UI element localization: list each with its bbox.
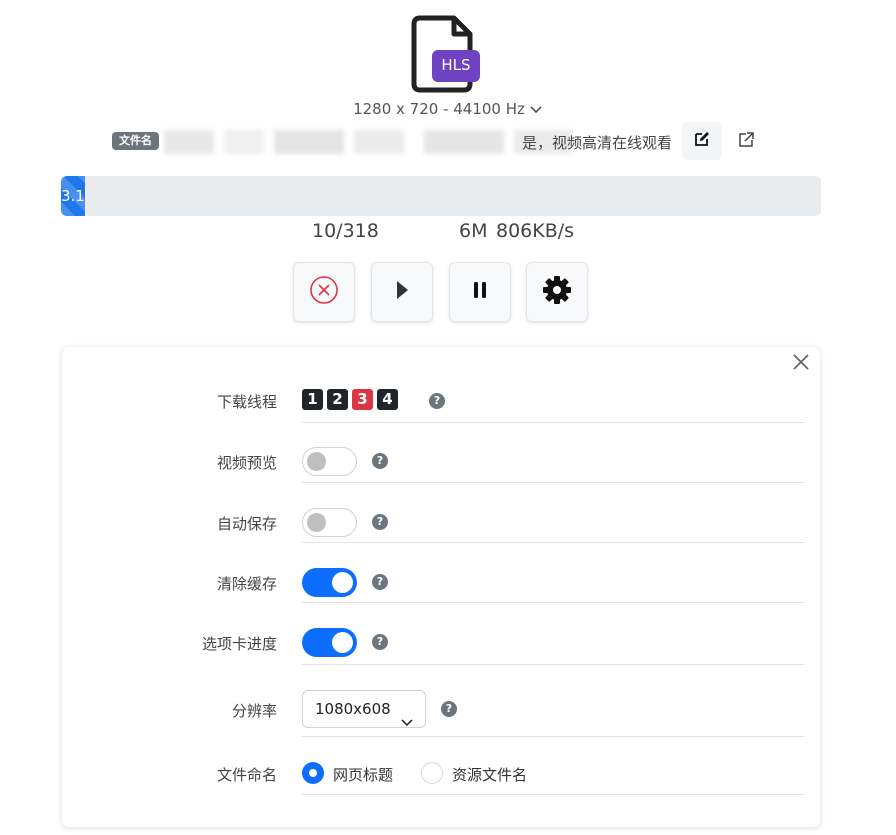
setting-label-clear-cache: 清除缓存	[216, 575, 277, 593]
radio-resource-name[interactable]	[421, 762, 443, 784]
chevron-down-icon	[529, 101, 543, 119]
file-type-badge: HLS	[441, 56, 471, 74]
download-progress-bar: 3.14%	[61, 176, 821, 216]
help-icon[interactable]: ?	[429, 393, 445, 409]
fragment-count: 10/318	[312, 220, 379, 242]
help-icon[interactable]: ?	[372, 453, 388, 469]
pause-button[interactable]	[449, 262, 511, 322]
file-icon: HLS	[410, 14, 482, 94]
thread-option-2[interactable]: 2	[327, 389, 348, 410]
pause-icon	[472, 281, 488, 303]
setting-row-clear-cache: 清除缓存 ?	[62, 543, 820, 603]
help-icon[interactable]: ?	[372, 514, 388, 530]
chevron-down-icon	[401, 704, 413, 740]
auto-save-toggle[interactable]	[302, 508, 357, 537]
gear-icon	[542, 275, 572, 309]
edit-filename-button[interactable]	[682, 122, 722, 160]
row-divider	[302, 794, 804, 795]
setting-row-auto-save: 自动保存 ?	[62, 483, 820, 543]
help-icon[interactable]: ?	[372, 634, 388, 650]
setting-row-file-naming: 文件命名 网页标题 资源文件名	[62, 737, 820, 795]
help-icon[interactable]: ?	[372, 574, 388, 590]
setting-label-video-preview: 视频预览	[216, 454, 277, 472]
resolution-select[interactable]: 1080x608	[302, 690, 426, 728]
external-link-icon	[737, 131, 755, 153]
toggle-knob	[307, 452, 326, 471]
edit-icon	[694, 131, 710, 151]
setting-row-threads: 下载线程 1234 ?	[62, 371, 820, 423]
setting-row-video-preview: 视频预览 ?	[62, 423, 820, 483]
play-button[interactable]	[371, 262, 433, 322]
thread-option-3[interactable]: 3	[352, 389, 373, 410]
progress-fill: 3.14%	[61, 176, 85, 216]
setting-row-resolution: 分辨率 1080x608 ?	[62, 665, 820, 737]
setting-label-auto-save: 自动保存	[216, 515, 277, 533]
toggle-knob	[307, 513, 326, 532]
settings-button[interactable]	[526, 262, 588, 322]
filename-row: 文件名 是，视频高清在线观看	[112, 122, 772, 160]
video-preview-toggle[interactable]	[302, 447, 357, 476]
setting-label-resolution: 分辨率	[231, 702, 277, 720]
thread-selector: 1234	[302, 389, 402, 410]
thread-option-4[interactable]: 4	[377, 389, 398, 410]
thread-option-1[interactable]: 1	[302, 389, 323, 410]
cancel-icon	[309, 275, 339, 309]
toggle-knob	[332, 572, 353, 593]
downloaded-size: 6M	[459, 220, 488, 242]
cancel-button[interactable]	[293, 262, 355, 322]
media-info-text: 1280 x 720 - 44100 Hz	[353, 100, 525, 118]
clear-cache-toggle[interactable]	[302, 568, 357, 597]
tab-progress-toggle[interactable]	[302, 628, 357, 657]
setting-row-tab-progress: 选项卡进度 ?	[62, 603, 820, 665]
radio-label-resource-name[interactable]: 资源文件名	[452, 764, 527, 785]
toggle-knob	[332, 632, 353, 653]
filename-text: 是，视频高清在线观看	[522, 134, 673, 152]
filename-blurred	[164, 130, 584, 154]
download-speed: 806KB/s	[496, 220, 575, 242]
radio-page-title[interactable]	[302, 762, 324, 784]
resolution-value: 1080x608	[315, 700, 391, 718]
setting-label-tab-progress: 选项卡进度	[201, 635, 277, 653]
filename-badge: 文件名	[112, 132, 159, 150]
setting-label-threads: 下载线程	[216, 393, 277, 411]
media-info-dropdown[interactable]: 1280 x 720 - 44100 Hz	[0, 100, 896, 119]
radio-label-page-title[interactable]: 网页标题	[333, 764, 393, 785]
open-external-button[interactable]	[734, 130, 758, 154]
play-icon	[394, 279, 410, 305]
settings-panel: 下载线程 1234 ? 视频预览 ? 自动保存 ? 清除缓存 ? 选项卡进度 ?…	[62, 347, 820, 827]
setting-label-file-naming: 文件命名	[216, 766, 277, 784]
help-icon[interactable]: ?	[441, 701, 457, 717]
